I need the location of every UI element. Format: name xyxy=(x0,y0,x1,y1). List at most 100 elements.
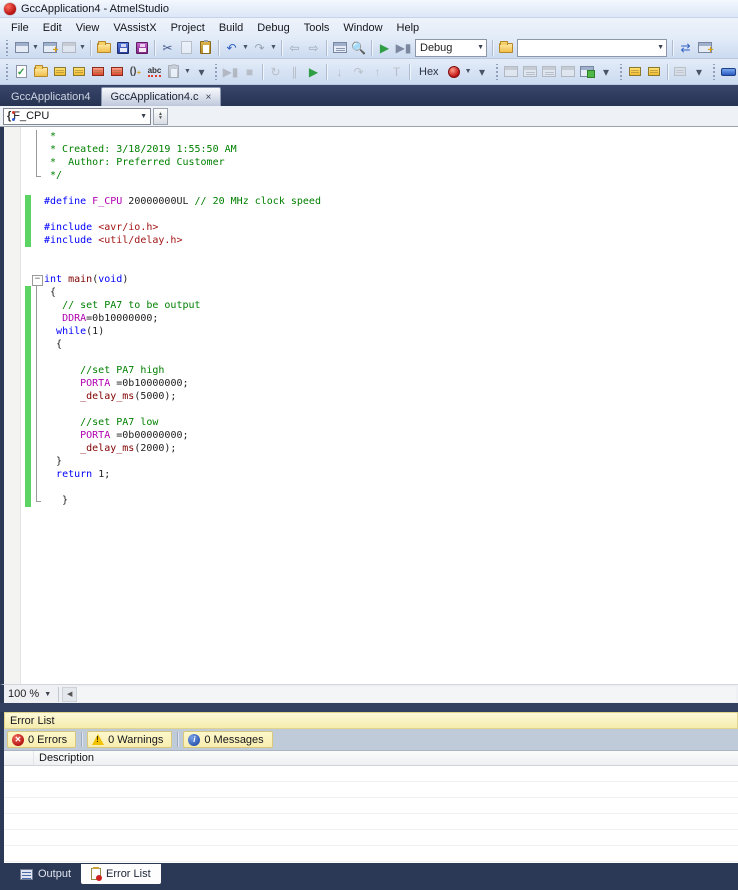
io-view-button[interactable] xyxy=(626,63,645,81)
fold-collapse-icon[interactable] xyxy=(31,273,44,286)
save-button[interactable] xyxy=(113,39,132,57)
menu-item-vassistx[interactable]: VAssistX xyxy=(106,20,163,36)
menu-item-help[interactable]: Help xyxy=(390,20,427,36)
attach-target-button[interactable]: ⇄ xyxy=(676,39,695,57)
code-line[interactable]: * Created: 3/18/2019 1:55:50 AM xyxy=(4,143,738,156)
open-file-button[interactable] xyxy=(94,39,113,57)
va-symbol-button[interactable]: () xyxy=(126,63,145,81)
code-line[interactable]: return 1; xyxy=(4,468,738,481)
code-line[interactable] xyxy=(4,260,738,273)
chevron-down-icon[interactable]: ▼ xyxy=(657,44,664,51)
filter-button-0-messages[interactable]: i0 Messages xyxy=(183,731,272,748)
menu-item-tools[interactable]: Tools xyxy=(297,20,337,36)
code-line[interactable]: DDRA=0b10000000; xyxy=(4,312,738,325)
menu-item-build[interactable]: Build xyxy=(212,20,250,36)
horizontal-scrollbar[interactable] xyxy=(77,687,736,702)
code-line[interactable]: #define F_CPU 20000000UL // 20 MHz clock… xyxy=(4,195,738,208)
code-line[interactable]: } xyxy=(4,455,738,468)
copy-button[interactable] xyxy=(177,39,196,57)
chevron-down-icon[interactable]: ▼ xyxy=(140,113,147,120)
toolbar-overflow-button[interactable]: ▾ xyxy=(690,63,709,81)
code-line[interactable]: } xyxy=(4,494,738,507)
step-over-button[interactable]: ↷ xyxy=(349,63,368,81)
code-line[interactable]: #include <avr/io.h> xyxy=(4,221,738,234)
filter-button-0-errors[interactable]: ✕0 Errors xyxy=(7,731,76,748)
menu-item-window[interactable]: Window xyxy=(336,20,389,36)
toolbar-overflow-button[interactable]: ▾ xyxy=(597,63,616,81)
stop-debugging-button[interactable]: ■ xyxy=(240,63,259,81)
document-tab-gccapplication4-c[interactable]: GccApplication4.c× xyxy=(101,87,222,106)
code-line[interactable] xyxy=(4,247,738,260)
add-device-button[interactable] xyxy=(69,63,88,81)
chevron-down-icon[interactable]: ▼ xyxy=(44,691,51,698)
code-line[interactable] xyxy=(4,403,738,416)
zoom-control[interactable]: 100 % ▼ xyxy=(4,686,55,703)
save-all-button[interactable] xyxy=(132,39,151,57)
disassembly-button[interactable] xyxy=(671,63,690,81)
start-without-debugging-button[interactable]: ▶▮ xyxy=(394,39,413,57)
close-icon[interactable]: × xyxy=(206,92,212,103)
add-new-item-button[interactable] xyxy=(40,39,59,57)
quickstart-button[interactable] xyxy=(719,63,738,81)
cut-button[interactable]: ✂ xyxy=(158,39,177,57)
filter-button-0-warnings[interactable]: 0 Warnings xyxy=(87,731,172,748)
document-tab-gccapplication4[interactable]: GccApplication4 xyxy=(2,87,100,106)
paste-button[interactable] xyxy=(196,39,215,57)
run-button[interactable]: ▶ xyxy=(304,63,323,81)
step-out-button[interactable]: ↑ xyxy=(368,63,387,81)
menu-item-project[interactable]: Project xyxy=(164,20,212,36)
dropdown-arrow-icon[interactable]: ▼ xyxy=(78,39,87,57)
find-button[interactable]: 🔍 xyxy=(349,39,368,57)
menu-item-view[interactable]: View xyxy=(69,20,107,36)
build-solution-button[interactable] xyxy=(12,63,31,81)
menu-item-debug[interactable]: Debug xyxy=(250,20,296,36)
device-programming-button[interactable] xyxy=(50,63,69,81)
code-line[interactable]: PORTA =0b10000000; xyxy=(4,377,738,390)
code-line[interactable]: //set PA7 low xyxy=(4,416,738,429)
breakpoints-window-button[interactable] xyxy=(559,63,578,81)
restart-button[interactable]: ↻ xyxy=(266,63,285,81)
code-line[interactable]: // set PA7 to be output xyxy=(4,299,738,312)
break-all-button[interactable]: ∥ xyxy=(285,63,304,81)
locals-window-button[interactable] xyxy=(521,63,540,81)
toolbox-button[interactable] xyxy=(59,39,78,57)
code-line[interactable]: * Author: Preferred Customer xyxy=(4,156,738,169)
open-project-button[interactable] xyxy=(31,63,50,81)
description-column-header[interactable]: Description xyxy=(34,752,94,764)
code-line[interactable]: { xyxy=(4,286,738,299)
chevron-down-icon[interactable]: ▼ xyxy=(477,44,484,51)
dropdown-arrow-icon[interactable]: ▼ xyxy=(269,39,278,57)
code-line[interactable]: _delay_ms(5000); xyxy=(4,390,738,403)
paste-special-button[interactable] xyxy=(164,63,183,81)
start-debugging-button[interactable]: ▶ xyxy=(375,39,394,57)
dropdown-arrow-icon[interactable]: ▼ xyxy=(464,63,473,81)
navigate-backward-button[interactable]: ⇦ xyxy=(285,39,304,57)
write-device-button[interactable] xyxy=(88,63,107,81)
hex-display-button[interactable]: Hex xyxy=(413,63,445,81)
menu-item-file[interactable]: File xyxy=(4,20,36,36)
memory-window-button[interactable] xyxy=(578,63,597,81)
code-line[interactable]: int main(void) xyxy=(4,273,738,286)
code-line[interactable]: * xyxy=(4,130,738,143)
spell-check-button[interactable]: abc xyxy=(145,63,164,81)
code-editor[interactable]: * * Created: 3/18/2019 1:55:50 AM * Auth… xyxy=(0,127,738,684)
navigate-forward-button[interactable]: ⇨ xyxy=(304,39,323,57)
continue-button[interactable]: ▶▮ xyxy=(221,63,240,81)
callstack-window-button[interactable] xyxy=(540,63,559,81)
dropdown-arrow-icon[interactable]: ▼ xyxy=(241,39,250,57)
code-line[interactable] xyxy=(4,351,738,364)
code-line[interactable]: PORTA =0b00000000; xyxy=(4,429,738,442)
watch-window-button[interactable] xyxy=(502,63,521,81)
code-line[interactable] xyxy=(4,182,738,195)
symbol-navigation-combo[interactable]: { F_CPU ▼ xyxy=(3,108,151,125)
run-to-cursor-button[interactable]: T xyxy=(387,63,406,81)
solution-explorer-button[interactable] xyxy=(330,39,349,57)
processor-status-button[interactable] xyxy=(645,63,664,81)
step-into-button[interactable]: ↓ xyxy=(330,63,349,81)
scroll-left-icon[interactable]: ◀ xyxy=(62,687,77,702)
toolbar-overflow-button[interactable]: ▾ xyxy=(473,63,492,81)
redo-button[interactable]: ↷ xyxy=(250,39,269,57)
menu-item-edit[interactable]: Edit xyxy=(36,20,69,36)
code-line[interactable]: { xyxy=(4,338,738,351)
dropdown-arrow-icon[interactable]: ▼ xyxy=(183,63,192,81)
